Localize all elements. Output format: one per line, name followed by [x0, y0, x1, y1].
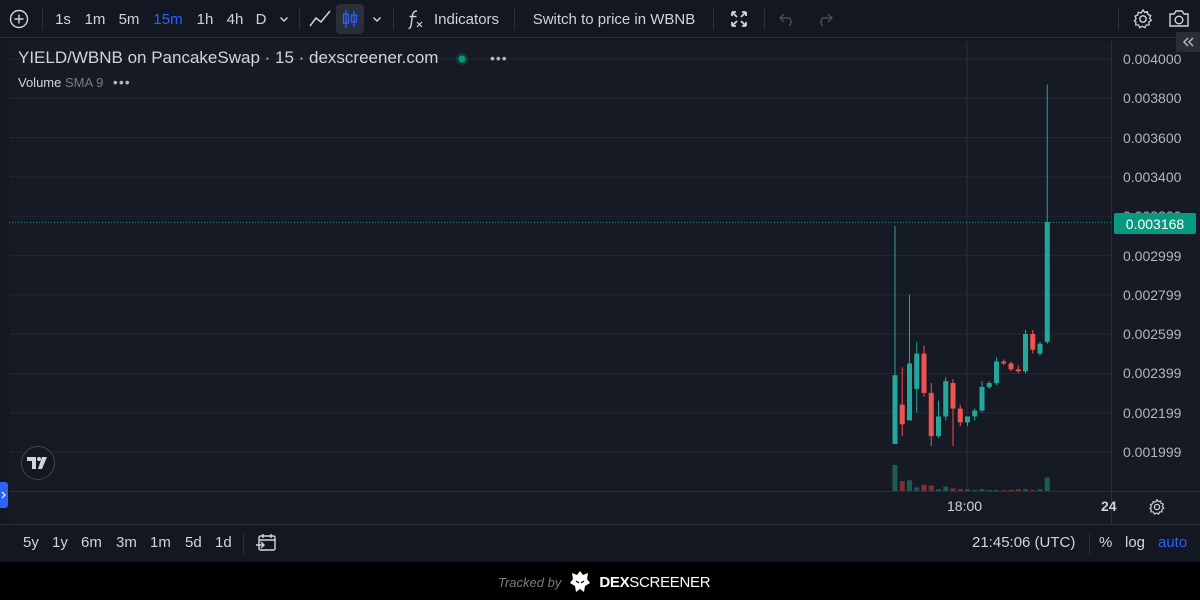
price-tick-label: 0.003800 [1123, 90, 1182, 107]
candle-body [979, 386, 985, 411]
brand-bold-text: DEX [599, 573, 630, 591]
toolbar-divider [243, 533, 244, 555]
current-price-label: 0.003168 [1114, 213, 1196, 234]
dexscreener-logo-icon [570, 571, 591, 592]
volume-bar [899, 481, 905, 491]
volume-more-button[interactable]: ••• [113, 74, 131, 90]
candle-body [928, 392, 934, 437]
candle-body [907, 363, 912, 421]
range-5d[interactable]: 5d [185, 534, 202, 551]
candle-body [899, 404, 905, 425]
goto-date-button[interactable] [256, 533, 278, 557]
tradingview-logo[interactable] [21, 446, 55, 480]
utc-clock[interactable]: 21:45:06 (UTC) [972, 534, 1075, 551]
range-3m[interactable]: 3m [116, 534, 137, 551]
range-6m[interactable]: 6m [81, 534, 102, 551]
candle-body [1015, 369, 1021, 372]
tracked-by-label: Tracked by [498, 574, 562, 590]
volume-sma-label: SMA 9 [65, 75, 104, 90]
log-scale-toggle[interactable]: log [1125, 534, 1145, 551]
candle-body [1008, 363, 1014, 370]
time-tick-label: 18:00 [947, 498, 983, 514]
brand-rest-text: SCREENER [629, 573, 711, 591]
candle-body [965, 416, 970, 423]
candle-body [972, 410, 978, 417]
price-tick-label: 0.004000 [1123, 51, 1182, 67]
calendar-goto-icon [256, 534, 276, 551]
collapse-panel-button[interactable] [1176, 32, 1200, 52]
chart-grid [9, 41, 1111, 491]
price-tick-label: 0.001999 [1123, 444, 1182, 460]
price-chart[interactable] [0, 0, 1200, 524]
price-tick-label: 0.002599 [1123, 326, 1182, 343]
range-1d[interactable]: 1d [215, 534, 232, 551]
candle-body [921, 353, 927, 393]
bottom-toolbar: 5y 1y 6m 3m 1m 5d 1d 21:45:06 (UTC) % lo… [0, 524, 1200, 562]
tracked-by-badge[interactable]: Tracked by DEXSCREENER [498, 570, 711, 594]
volume-bar [907, 480, 912, 491]
candle-body [943, 381, 949, 417]
candle-body [936, 416, 941, 437]
symbol-title: YIELD/WBNB on PancakeSwap · 15 · dexscre… [18, 48, 439, 67]
axis-settings-button[interactable] [1148, 498, 1166, 521]
candlesticks [892, 84, 1050, 446]
volume-legend: Volume SMA 9 ••• [18, 74, 131, 90]
dexscreener-brand: DEXSCREENER [599, 574, 710, 591]
candle-body [914, 353, 920, 389]
chart-legend-title: YIELD/WBNB on PancakeSwap · 15 · dexscre… [18, 48, 508, 68]
legend-more-button[interactable]: ••• [490, 50, 508, 66]
tradingview-logo-icon [27, 457, 47, 469]
price-tick-label: 0.002399 [1123, 365, 1182, 382]
price-tick-label: 0.002199 [1123, 404, 1182, 421]
market-open-status-icon [456, 52, 469, 65]
percent-scale-toggle[interactable]: % [1099, 534, 1112, 551]
time-tick-label: 24 [1101, 498, 1117, 514]
toolbar-divider [1089, 533, 1090, 555]
volume-label: Volume [18, 75, 62, 90]
time-axis-border [9, 491, 1200, 492]
volume-bar [892, 464, 898, 491]
candle-body [957, 408, 963, 423]
drawing-panel-toggle[interactable] [0, 482, 8, 508]
price-tick-label: 0.003400 [1123, 168, 1182, 185]
candle-body [1023, 333, 1028, 372]
price-tick-label: 0.002999 [1123, 247, 1182, 264]
footer-bar: Tracked by DEXSCREENER [0, 562, 1200, 600]
range-5y[interactable]: 5y [23, 534, 39, 551]
price-tick-label: 0.002799 [1123, 286, 1182, 303]
double-chevron-left-icon [1182, 37, 1194, 47]
auto-scale-toggle[interactable]: auto [1158, 534, 1187, 551]
volume-bars [892, 464, 1050, 491]
candle-body [1037, 343, 1043, 354]
price-tick-label: 0.003600 [1123, 129, 1182, 146]
volume-bar [1044, 477, 1050, 491]
gear-icon [1149, 498, 1165, 515]
range-1m[interactable]: 1m [150, 534, 171, 551]
range-1y[interactable]: 1y [52, 534, 68, 551]
candle-body [1001, 361, 1007, 364]
candle-body [950, 383, 956, 409]
candle-body [1044, 222, 1050, 342]
price-axis-border [1111, 41, 1112, 524]
candle-body [994, 361, 999, 384]
candle-body [986, 383, 992, 387]
candle-body [1030, 333, 1036, 350]
chevron-right-icon [1, 491, 6, 499]
candle-body [892, 375, 898, 444]
